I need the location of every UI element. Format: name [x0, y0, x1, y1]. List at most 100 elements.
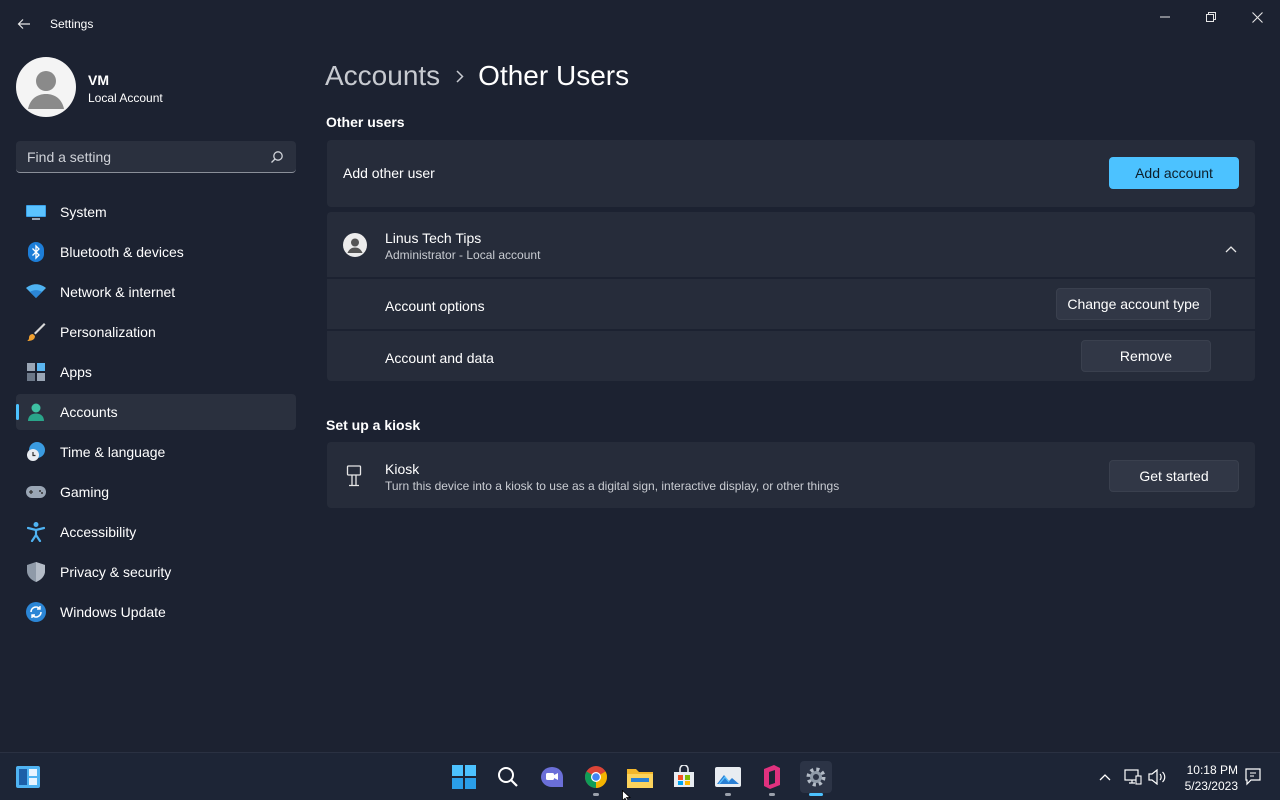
widgets-button[interactable]	[12, 761, 44, 793]
network-tray-button[interactable]	[1123, 767, 1143, 787]
minimize-button[interactable]	[1142, 2, 1188, 32]
bluetooth-icon	[26, 242, 46, 262]
accessibility-icon	[26, 522, 46, 542]
remove-button[interactable]: Remove	[1081, 340, 1211, 372]
user-name: Linus Tech Tips	[385, 230, 482, 246]
sidebar-item-apps[interactable]: Apps	[16, 354, 296, 390]
account-options-label: Account options	[385, 298, 485, 314]
running-indicator	[769, 793, 775, 796]
file-explorer-button[interactable]	[624, 761, 656, 793]
chevron-up-icon[interactable]	[1225, 240, 1237, 253]
sidebar-item-time-language[interactable]: Time & language	[16, 434, 296, 470]
app-button[interactable]	[756, 761, 788, 796]
chrome-button[interactable]	[580, 761, 612, 796]
volume-tray-button[interactable]	[1147, 767, 1167, 787]
speaker-icon	[1148, 769, 1166, 785]
sidebar-item-system[interactable]: System	[16, 194, 296, 230]
page-title: Other Users	[478, 60, 630, 91]
search-icon	[498, 767, 518, 787]
back-arrow-icon	[17, 19, 30, 29]
back-button[interactable]	[10, 10, 38, 38]
settings-taskbar-button[interactable]	[800, 761, 832, 796]
settings-window: Settings VM Local Account Find a setting…	[0, 0, 1280, 752]
notifications-button[interactable]	[1243, 767, 1263, 787]
kiosk-title: Kiosk	[385, 461, 420, 477]
restore-button[interactable]	[1188, 2, 1234, 32]
sidebar-nav: System Bluetooth & devices Network & int…	[16, 194, 296, 634]
store-icon	[674, 765, 694, 787]
add-other-user-card: Add other user Add account	[327, 140, 1255, 207]
user-card-header[interactable]: Linus Tech Tips Administrator - Local ac…	[327, 212, 1255, 278]
clock-globe-icon	[26, 442, 46, 462]
sidebar-item-network[interactable]: Network & internet	[16, 274, 296, 310]
search-icon	[271, 151, 283, 163]
get-started-button[interactable]: Get started	[1109, 460, 1239, 492]
clock-time: 10:18 PM	[1186, 763, 1238, 777]
chrome-icon	[585, 766, 607, 788]
restore-icon	[1206, 12, 1216, 22]
user-card-linus: Linus Tech Tips Administrator - Local ac…	[327, 212, 1255, 381]
clock-date: 5/23/2023	[1184, 779, 1238, 793]
close-button[interactable]	[1234, 2, 1280, 32]
sidebar-item-accessibility[interactable]: Accessibility	[16, 514, 296, 550]
chevron-right-icon	[456, 69, 464, 83]
photos-icon	[715, 767, 741, 787]
app-icon	[764, 765, 780, 789]
mouse-cursor-icon	[622, 790, 632, 800]
sidebar-item-bluetooth[interactable]: Bluetooth & devices	[16, 234, 296, 270]
divider	[327, 329, 1255, 331]
shield-icon	[26, 562, 46, 582]
network-icon	[1124, 769, 1142, 785]
update-icon	[26, 602, 46, 622]
show-hidden-icons-button[interactable]	[1095, 767, 1115, 787]
search-input[interactable]: Find a setting	[16, 141, 296, 173]
other-users-heading: Other users	[326, 114, 405, 130]
chat-button[interactable]	[536, 761, 568, 793]
sidebar-item-windows-update[interactable]: Windows Update	[16, 594, 296, 630]
add-other-user-label: Add other user	[343, 165, 435, 181]
taskbar-search-button[interactable]	[492, 761, 524, 793]
start-button[interactable]	[448, 761, 480, 793]
running-indicator	[593, 793, 599, 796]
running-indicator	[725, 793, 731, 796]
person-icon	[26, 402, 46, 422]
sidebar-item-accounts[interactable]: Accounts	[16, 394, 296, 430]
folder-icon	[627, 769, 653, 788]
app-title: Settings	[50, 17, 94, 31]
add-account-button[interactable]: Add account	[1109, 157, 1239, 189]
widgets-icon	[16, 766, 40, 788]
user-profile[interactable]: VM Local Account	[16, 57, 296, 117]
sidebar-item-personalization[interactable]: Personalization	[16, 314, 296, 350]
monitor-icon	[26, 202, 46, 222]
settings-icon	[806, 767, 826, 787]
title-bar: Settings	[0, 0, 1280, 48]
wifi-icon	[26, 282, 46, 302]
active-indicator	[16, 404, 19, 420]
store-button[interactable]	[668, 761, 700, 793]
user-detail: Administrator - Local account	[385, 248, 541, 262]
kiosk-icon	[346, 465, 362, 487]
photos-button[interactable]	[712, 761, 744, 796]
change-account-type-button[interactable]: Change account type	[1056, 288, 1211, 320]
kiosk-heading: Set up a kiosk	[326, 417, 421, 433]
breadcrumb-accounts[interactable]: Accounts	[325, 60, 440, 92]
close-icon	[1251, 11, 1263, 23]
breadcrumb: Accounts Other Users	[325, 58, 629, 94]
sidebar-item-gaming[interactable]: Gaming	[16, 474, 296, 510]
account-data-label: Account and data	[385, 350, 494, 366]
user-avatar-icon	[343, 233, 367, 257]
apps-icon	[26, 362, 46, 382]
system-clock[interactable]: 10:18 PM 5/23/2023	[1185, 762, 1238, 794]
divider	[327, 277, 1255, 279]
chevron-up-icon	[1099, 774, 1111, 781]
sidebar-item-privacy[interactable]: Privacy & security	[16, 554, 296, 590]
active-app-indicator	[809, 793, 823, 796]
kiosk-card: Kiosk Turn this device into a kiosk to u…	[327, 442, 1255, 508]
notification-icon	[1245, 768, 1261, 786]
kiosk-description: Turn this device into a kiosk to use as …	[385, 479, 840, 493]
gamepad-icon	[26, 482, 46, 502]
minimize-icon	[1160, 16, 1170, 18]
profile-name: VM	[88, 72, 109, 88]
chat-icon	[541, 767, 563, 787]
avatar	[16, 57, 76, 117]
